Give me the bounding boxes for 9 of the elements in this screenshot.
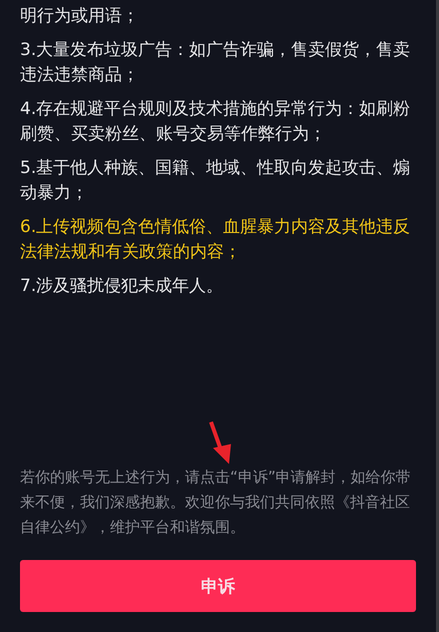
rule-text: 3.大量发布垃圾广告：如广告诈骗，售卖假货，售卖违法违禁商品； (20, 39, 412, 87)
rule-text: 5.基于他人种族、国籍、地域、性取向发起攻击、煽动暴力； (20, 157, 412, 205)
appeal-button[interactable]: 申诉 (20, 560, 416, 612)
arrow-annotation (209, 421, 231, 464)
rule-text: 4.存在规避平台规则及技术措施的异常行为：如刷粉刷赞、买卖粉丝、账号交易等作弊行为； (20, 98, 412, 146)
rule-text: 7.涉及骚扰侵犯未成年人。 (20, 275, 224, 298)
rule-text: 明行为或用语； (20, 5, 140, 28)
rule-text: 6.上传视频包含色情低俗、血腥暴力内容及其他违反法律法规和有关政策的内容； (20, 216, 412, 264)
notice-text: 若你的账号无上述行为，请点击“申诉”申请解封，如给你带来不便，我们深感抱歉。欢迎你与我们共同依照《抖音社区自律公约》，维护平台和谐氛围。 (20, 467, 412, 538)
